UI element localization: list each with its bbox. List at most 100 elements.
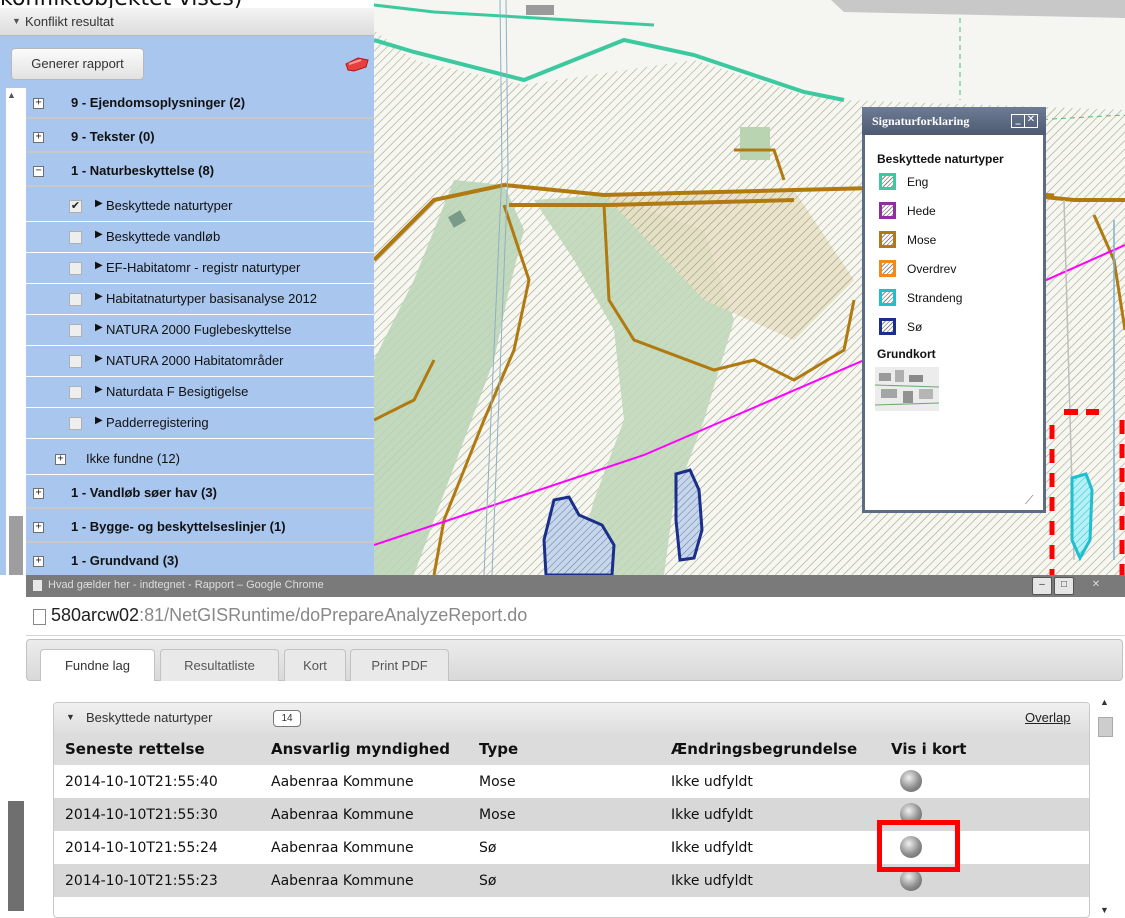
- layer-checkbox[interactable]: [69, 355, 82, 368]
- legend-window: Signaturforklaring _ ✕ Beskyttede naturt…: [862, 107, 1046, 513]
- tree-layer-item[interactable]: ▶ Naturdata F Besigtigelse: [26, 377, 374, 408]
- tree-layer-item[interactable]: ▶ NATURA 2000 Habitatområder: [26, 346, 374, 377]
- legend-item: Overdrev: [879, 260, 1039, 282]
- tree-layer-item[interactable]: ▶ Habitatnaturtyper basisanalyse 2012: [26, 284, 374, 315]
- content-scrollbar[interactable]: ▲ ▼: [1096, 697, 1114, 916]
- legend-section-title: Grundkort: [877, 347, 936, 361]
- column-header[interactable]: Seneste rettelse: [65, 740, 205, 758]
- result-panel-header[interactable]: ▼ Beskyttede naturtyper 14 Overlap: [54, 703, 1089, 733]
- legend-swatch: [879, 289, 896, 306]
- globe-icon[interactable]: [900, 770, 922, 792]
- scroll-up-arrow-icon[interactable]: ▲: [7, 90, 16, 100]
- expand-icon[interactable]: +: [33, 522, 44, 533]
- minimize-icon[interactable]: –: [1032, 577, 1052, 595]
- layer-label: EF-Habitatomr - registr naturtyper: [106, 260, 301, 275]
- generate-report-button[interactable]: Generer rapport: [11, 48, 144, 80]
- layer-checkbox[interactable]: [69, 262, 82, 275]
- eraser-icon[interactable]: [344, 56, 370, 72]
- column-header[interactable]: Ansvarlig myndighed: [271, 740, 450, 758]
- tree-group-naturbeskyttelse[interactable]: − 1 - Naturbeskyttelse (8): [26, 156, 374, 187]
- scroll-up-arrow-icon[interactable]: ▲: [1100, 697, 1109, 707]
- legend-swatch: [879, 202, 896, 219]
- report-content: ▼ Beskyttede naturtyper 14 Overlap Senes…: [26, 681, 1125, 918]
- scrollbar-thumb[interactable]: [9, 516, 23, 575]
- cell-authority: Aabenraa Kommune: [271, 807, 414, 823]
- legend-swatch: [879, 318, 896, 335]
- cell-type: Mose: [479, 807, 516, 823]
- tree-not-found-item[interactable]: + Ikke fundne (12): [26, 444, 374, 475]
- legend-header[interactable]: Signaturforklaring _ ✕: [862, 107, 1046, 135]
- not-found-label: Ikke fundne (12): [86, 451, 180, 466]
- url-path: :81/NetGISRuntime/doPrepareAnalyzeReport…: [139, 605, 528, 625]
- tree-group-label: 1 - Vandløb søer hav (3): [71, 485, 217, 500]
- cell-type: Sø: [479, 840, 497, 856]
- overlap-link[interactable]: Overlap: [1025, 710, 1071, 725]
- tab-fundne-lag[interactable]: Fundne lag: [40, 649, 155, 682]
- legend-swatch: [879, 260, 896, 277]
- tree-group-label: 9 - Ejendomsoplysninger (2): [71, 95, 246, 110]
- legend-item: Mose: [879, 231, 1039, 253]
- tree-layer-item[interactable]: ▶ EF-Habitatomr - registr naturtyper: [26, 253, 374, 284]
- cell-date: 2014-10-10T21:55:30: [65, 807, 218, 823]
- tree-layer-item[interactable]: ▶ Padderregistering: [26, 408, 374, 439]
- cell-reason: Ikke udfyldt: [671, 873, 753, 889]
- tree-group-byggelinjer[interactable]: + 1 - Bygge- og beskyttelseslinjer (1): [26, 512, 374, 543]
- panel-scrollbar[interactable]: [6, 88, 26, 575]
- collapse-triangle-icon[interactable]: ▼: [66, 712, 75, 722]
- layer-checkbox[interactable]: [69, 231, 82, 244]
- legend-item-label: Overdrev: [907, 262, 957, 276]
- cell-authority: Aabenraa Kommune: [271, 774, 414, 790]
- cell-authority: Aabenraa Kommune: [271, 840, 414, 856]
- cell-date: 2014-10-10T21:55:23: [65, 873, 218, 889]
- column-header[interactable]: Type: [479, 740, 518, 758]
- tree-layer-item[interactable]: ✔ ▶ Beskyttede naturtyper: [26, 191, 374, 222]
- layer-checkbox[interactable]: [69, 386, 82, 399]
- cell-date: 2014-10-10T21:55:24: [65, 840, 218, 856]
- expand-icon[interactable]: +: [33, 98, 44, 109]
- result-panel: ▼ Beskyttede naturtyper 14 Overlap Senes…: [53, 702, 1090, 918]
- maximize-icon[interactable]: □: [1054, 577, 1074, 595]
- layer-checkbox[interactable]: [69, 324, 82, 337]
- tree-group-tekster[interactable]: + 9 - Tekster (0): [26, 122, 374, 153]
- scroll-block: [8, 801, 24, 911]
- scrollbar-thumb[interactable]: [1098, 717, 1113, 737]
- resize-grip-icon[interactable]: ⟋: [1025, 493, 1033, 508]
- close-icon[interactable]: ✕: [1024, 114, 1038, 128]
- panel-header[interactable]: ▼ Konflikt resultat: [0, 8, 374, 36]
- address-bar[interactable]: 580arcw02:81/NetGISRuntime/doPrepareAnal…: [26, 597, 1125, 636]
- legend-item-label: Strandeng: [907, 291, 963, 305]
- url-text[interactable]: 580arcw02:81/NetGISRuntime/doPrepareAnal…: [51, 605, 527, 626]
- column-header[interactable]: Ændringsbegrundelse: [671, 740, 857, 758]
- tab-resultatliste[interactable]: Resultatliste: [160, 649, 279, 681]
- tree-group-ejendomsoplysninger[interactable]: + 9 - Ejendomsoplysninger (2): [26, 88, 374, 119]
- cell-reason: Ikke udfyldt: [671, 840, 753, 856]
- legend-swatch: [879, 231, 896, 248]
- tree-layer-item[interactable]: ▶ NATURA 2000 Fuglebeskyttelse: [26, 315, 374, 346]
- minimize-icon[interactable]: _: [1011, 114, 1025, 128]
- expand-icon[interactable]: +: [33, 132, 44, 143]
- globe-icon[interactable]: [900, 869, 922, 891]
- collapse-icon[interactable]: −: [33, 166, 44, 177]
- tree-group-label: 9 - Tekster (0): [71, 129, 155, 144]
- expand-icon[interactable]: +: [55, 454, 66, 465]
- tab-print-pdf[interactable]: Print PDF: [350, 649, 449, 681]
- tree-group-vandlob[interactable]: + 1 - Vandløb søer hav (3): [26, 478, 374, 509]
- table-row[interactable]: 2014-10-10T21:55:40 Aabenraa Kommune Mos…: [54, 765, 1089, 798]
- expand-icon[interactable]: +: [33, 488, 44, 499]
- tab-kort[interactable]: Kort: [284, 649, 346, 681]
- page-icon: [33, 580, 42, 591]
- expand-icon[interactable]: +: [33, 556, 44, 567]
- tree-group-grundvand[interactable]: + 1 - Grundvand (3): [26, 546, 374, 575]
- scroll-down-arrow-icon[interactable]: ▼: [1100, 905, 1109, 915]
- collapse-triangle-icon[interactable]: ▼: [12, 16, 21, 26]
- legend-item-label: Mose: [907, 233, 937, 247]
- layer-checkbox[interactable]: ✔: [69, 200, 82, 213]
- layer-checkbox[interactable]: [69, 417, 82, 430]
- left-edge-strip: [0, 575, 26, 916]
- column-header[interactable]: Vis i kort: [891, 740, 966, 758]
- layer-checkbox[interactable]: [69, 293, 82, 306]
- window-titlebar[interactable]: Hvad gælder her - indtegnet - Rapport – …: [26, 575, 1125, 597]
- close-icon[interactable]: ✕: [1086, 577, 1106, 595]
- tree-layer-item[interactable]: ▶ Beskyttede vandløb: [26, 222, 374, 253]
- cell-type: Sø: [479, 873, 497, 889]
